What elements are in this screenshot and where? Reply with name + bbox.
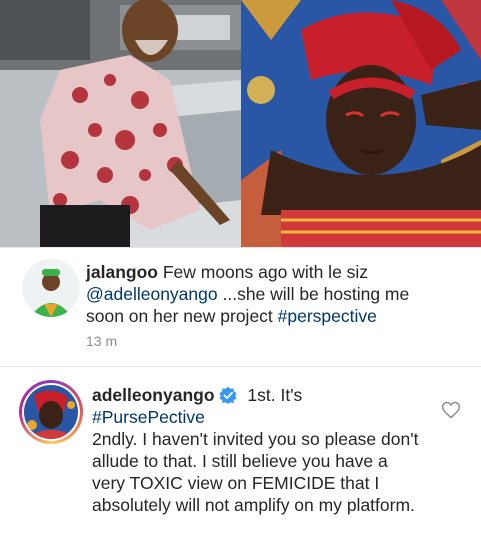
hashtag-link[interactable]: #perspective (278, 306, 377, 326)
comment-username[interactable]: adelleonyango (92, 385, 215, 405)
divider (0, 247, 481, 248)
verified-badge-icon (218, 386, 237, 404)
photo-man-by-car (0, 0, 241, 247)
hashtag-link[interactable]: #PursePective (92, 406, 422, 428)
comment-username[interactable]: jalangoo (86, 262, 158, 282)
comment-text: 1st. It's (247, 385, 303, 405)
comment-jalangoo: jalangoo Few moons ago with le siz @adel… (0, 255, 481, 365)
avatar[interactable] (24, 385, 78, 439)
divider (0, 366, 481, 367)
mention-link[interactable]: @adelleonyango (86, 284, 218, 304)
comment-text: 2ndly. I haven't invited you so please d… (92, 429, 419, 515)
heart-icon[interactable] (441, 400, 461, 420)
photo-woman-lying (241, 0, 481, 247)
avatar[interactable] (22, 259, 80, 317)
comment-timestamp: 13 m (86, 333, 118, 349)
story-ring[interactable] (19, 380, 83, 444)
comment-text: Few moons ago with le siz (162, 262, 369, 282)
post-photos (0, 0, 481, 247)
comment-adelleonyango: adelleonyango 1st. It's #PursePective 2n… (0, 378, 481, 547)
